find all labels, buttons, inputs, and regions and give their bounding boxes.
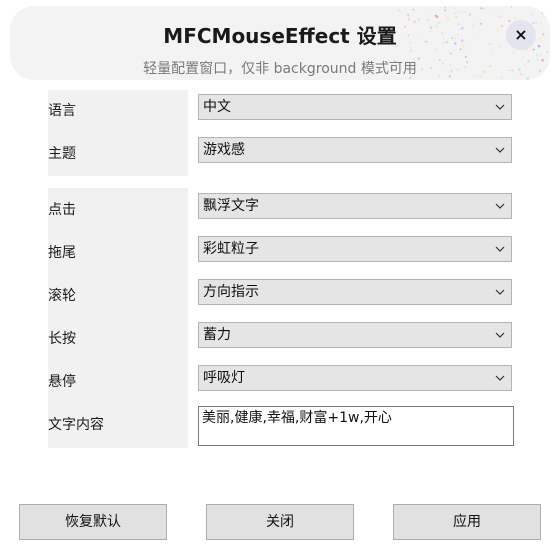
hover-effect-select[interactable]: 呼吸灯	[198, 365, 512, 391]
particle-dot	[490, 50, 493, 52]
scroll-label: 滚轮	[48, 288, 76, 304]
particle-dot	[463, 11, 466, 14]
particle-dot	[454, 12, 457, 15]
chevron-down-icon	[495, 147, 505, 153]
trail-effect-select[interactable]: 彩虹粒子	[198, 236, 512, 262]
long-press-label: 长按	[48, 331, 76, 347]
chevron-down-icon	[495, 289, 505, 295]
scroll-effect-value: 方向指示	[203, 284, 259, 300]
particle-dot	[444, 7, 446, 9]
particle-dot	[454, 16, 458, 19]
particle-dot	[412, 8, 415, 11]
chevron-down-icon	[495, 104, 505, 110]
close-icon[interactable]: ×	[506, 20, 536, 50]
particle-dot	[538, 6, 540, 9]
trail-label: 拖尾	[48, 245, 76, 261]
theme-select[interactable]: 游戏感	[198, 137, 512, 163]
header-panel: MFCMouseEffect 设置 轻量配置窗口，仅非 background 模…	[10, 6, 550, 80]
scroll-effect-select[interactable]: 方向指示	[198, 279, 512, 305]
particle-dot	[531, 12, 534, 15]
theme-label: 主题	[48, 146, 76, 162]
particle-dot	[409, 49, 413, 52]
text-content-label: 文字内容	[48, 417, 104, 433]
particle-dot	[468, 13, 471, 16]
particle-dot	[499, 15, 503, 19]
particle-dot	[407, 14, 410, 17]
hover-effect-value: 呼吸灯	[203, 370, 245, 386]
particle-dot	[489, 13, 492, 16]
chevron-down-icon	[495, 246, 505, 252]
text-content-input[interactable]: 美丽,健康,幸福,财富+1w,开心	[198, 406, 514, 446]
particle-dot	[547, 13, 550, 16]
particle-dot	[449, 52, 452, 55]
particle-dot	[496, 15, 499, 17]
particle-dot	[512, 52, 515, 54]
apply-button[interactable]: 应用	[393, 504, 541, 540]
particle-dot	[514, 17, 516, 19]
particle-dot	[546, 51, 548, 53]
close-button[interactable]: 关闭	[206, 504, 354, 540]
particle-dot	[541, 11, 544, 14]
particle-dot	[397, 9, 401, 12]
particle-dot	[535, 54, 538, 56]
particle-dot	[546, 6, 548, 7]
click-effect-select[interactable]: 飘浮文字	[198, 193, 512, 219]
particle-dot	[480, 7, 483, 10]
particle-dot	[443, 9, 447, 12]
effects-label-column	[48, 188, 188, 448]
click-effect-value: 飘浮文字	[203, 198, 259, 214]
long-press-effect-select[interactable]: 蓄力	[198, 322, 512, 348]
window-title: MFCMouseEffect 设置	[163, 24, 397, 48]
chevron-down-icon	[495, 203, 505, 209]
click-label: 点击	[48, 202, 76, 218]
window-subtitle: 轻量配置窗口，仅非 background 模式可用	[143, 61, 417, 77]
reset-defaults-button[interactable]: 恢复默认	[19, 504, 167, 540]
particle-dot	[435, 15, 439, 19]
particle-dot	[453, 7, 456, 10]
particle-dot	[483, 7, 485, 10]
chevron-down-icon	[495, 332, 505, 338]
theme-value: 游戏感	[203, 142, 245, 158]
language-value: 中文	[203, 99, 231, 115]
particle-dot	[408, 17, 410, 19]
language-label: 语言	[48, 103, 76, 119]
particle-dot	[510, 6, 513, 8]
hover-label: 悬停	[48, 374, 76, 390]
particle-dot	[458, 11, 461, 13]
particle-dot	[434, 51, 436, 53]
long-press-effect-value: 蓄力	[203, 327, 231, 343]
trail-effect-value: 彩虹粒子	[203, 241, 259, 257]
language-select[interactable]: 中文	[198, 94, 512, 120]
particle-dot	[429, 14, 431, 16]
settings-window: MFCMouseEffect 设置 轻量配置窗口，仅非 background 模…	[0, 0, 560, 560]
particle-dot	[540, 54, 542, 56]
particle-dot	[526, 77, 529, 80]
chevron-down-icon	[495, 375, 505, 381]
